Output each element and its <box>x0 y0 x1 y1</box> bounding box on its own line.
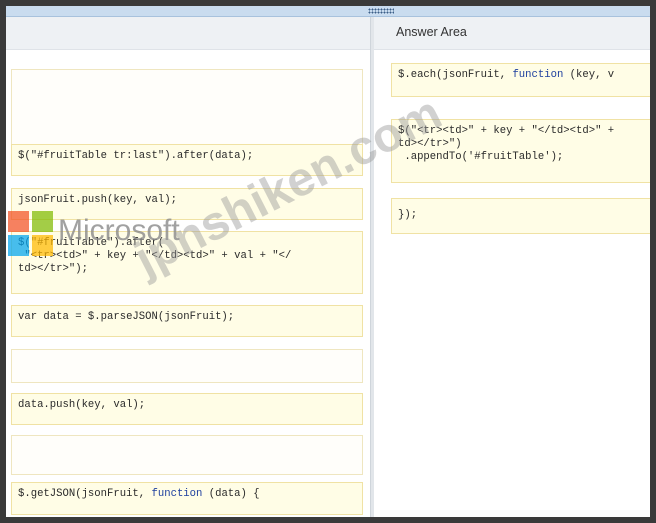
windows-logo-icon <box>8 211 54 257</box>
code-option-1[interactable]: $("#fruitTable tr:last").after(data); <box>11 144 363 176</box>
code-option-6[interactable]: $.getJSON(jsonFruit, function (data) { <box>11 482 363 515</box>
code-text: $.getJSON(jsonFruit, function (data) { <box>18 488 260 500</box>
logo-text: Microsoft <box>58 214 180 247</box>
code-text: $("<tr><td>" + key + "</td><td>" + td></… <box>398 125 615 163</box>
code-options-pane: $("#fruitTable tr:last").after(data); js… <box>6 17 370 517</box>
microsoft-logo: Microsoft <box>8 210 228 260</box>
answer-slot-2[interactable]: $("<tr><td>" + key + "</td><td>" + td></… <box>391 119 650 183</box>
exam-window: $("#fruitTable tr:last").after(data); js… <box>6 6 650 517</box>
code-text: }); <box>398 209 418 221</box>
empty-option-slot[interactable] <box>11 435 363 475</box>
answer-area-header: Answer Area <box>374 17 650 50</box>
code-text: jsonFruit.push(key, val); <box>18 194 177 206</box>
answer-area-pane: Answer Area $.each(jsonFruit, function (… <box>374 17 650 517</box>
code-option-4[interactable]: var data = $.parseJSON(jsonFruit); <box>11 305 363 337</box>
empty-option-slot[interactable] <box>11 349 363 383</box>
code-text: var data = $.parseJSON(jsonFruit); <box>18 311 235 323</box>
code-text: $("#fruitTable tr:last").after(data); <box>18 150 254 162</box>
answer-slot-3[interactable]: }); <box>391 198 650 234</box>
empty-option-slot[interactable] <box>11 69 363 145</box>
drag-grip-icon[interactable] <box>368 8 394 14</box>
code-text: $.each(jsonFruit, function (key, v <box>398 69 615 81</box>
code-option-5[interactable]: data.push(key, val); <box>11 393 363 425</box>
options-header <box>6 17 370 50</box>
answer-slot-1[interactable]: $.each(jsonFruit, function (key, v <box>391 63 650 97</box>
answer-area-title: Answer Area <box>396 25 467 39</box>
code-text: data.push(key, val); <box>18 399 146 411</box>
title-bar <box>6 6 650 17</box>
